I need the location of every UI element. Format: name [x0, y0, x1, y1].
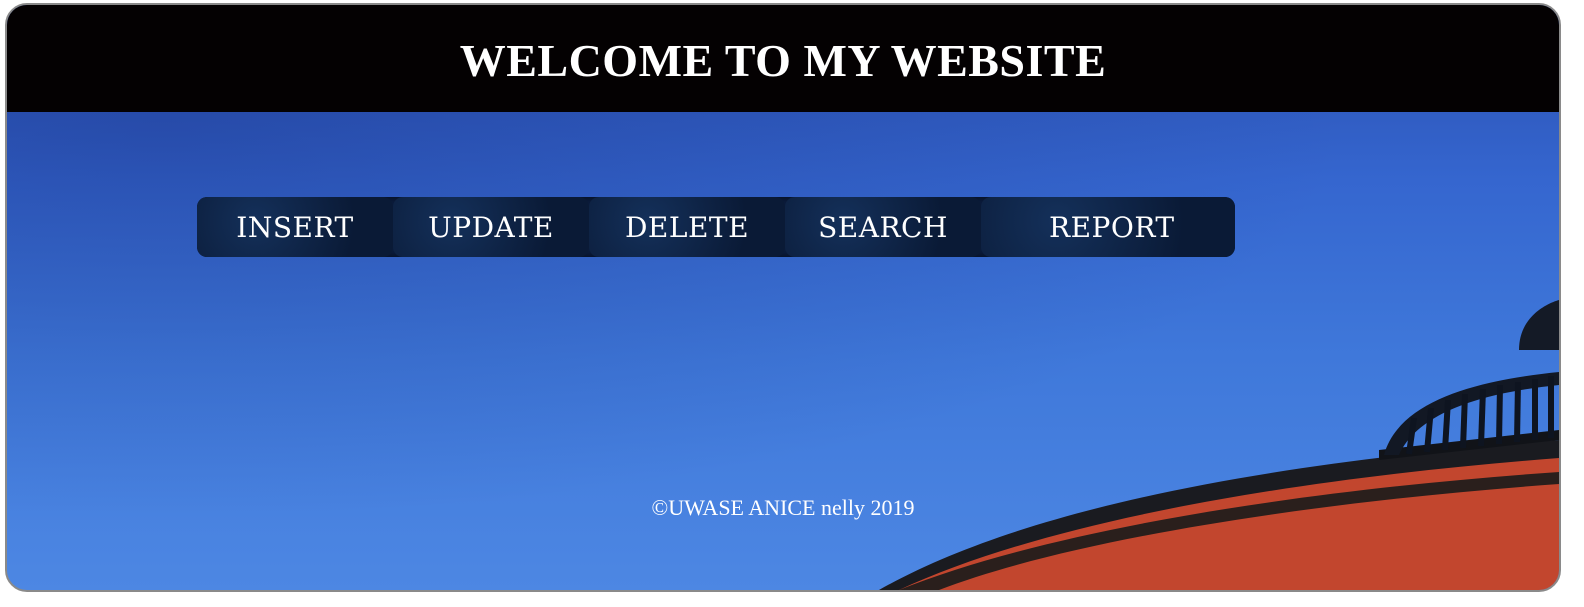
main-nav: INSERT UPDATE DELETE SEARCH REPORT [197, 197, 1235, 257]
page-frame: WELCOME TO MY WEBSITE INSERT UPDATE DELE… [5, 3, 1561, 592]
page-title: WELCOME TO MY WEBSITE [459, 35, 1107, 86]
nav-update-label: UPDATE [428, 210, 554, 244]
nav-search-link[interactable]: SEARCH [785, 197, 981, 257]
nav-delete-label: DELETE [624, 210, 750, 244]
nav-report-link[interactable]: REPORT [981, 197, 1235, 257]
nav-search-label: SEARCH [818, 210, 948, 244]
nav-update-link[interactable]: UPDATE [393, 197, 589, 257]
nav-delete-link[interactable]: DELETE [589, 197, 785, 257]
nav-insert-link[interactable]: INSERT [197, 197, 393, 257]
nav-report-label: REPORT [1049, 210, 1175, 244]
nav-insert-label: INSERT [236, 210, 354, 244]
footer-copyright: ©UWASE ANICE nelly 2019 [651, 495, 915, 520]
site-header: WELCOME TO MY WEBSITE [7, 5, 1559, 112]
background-building-image [879, 300, 1559, 590]
